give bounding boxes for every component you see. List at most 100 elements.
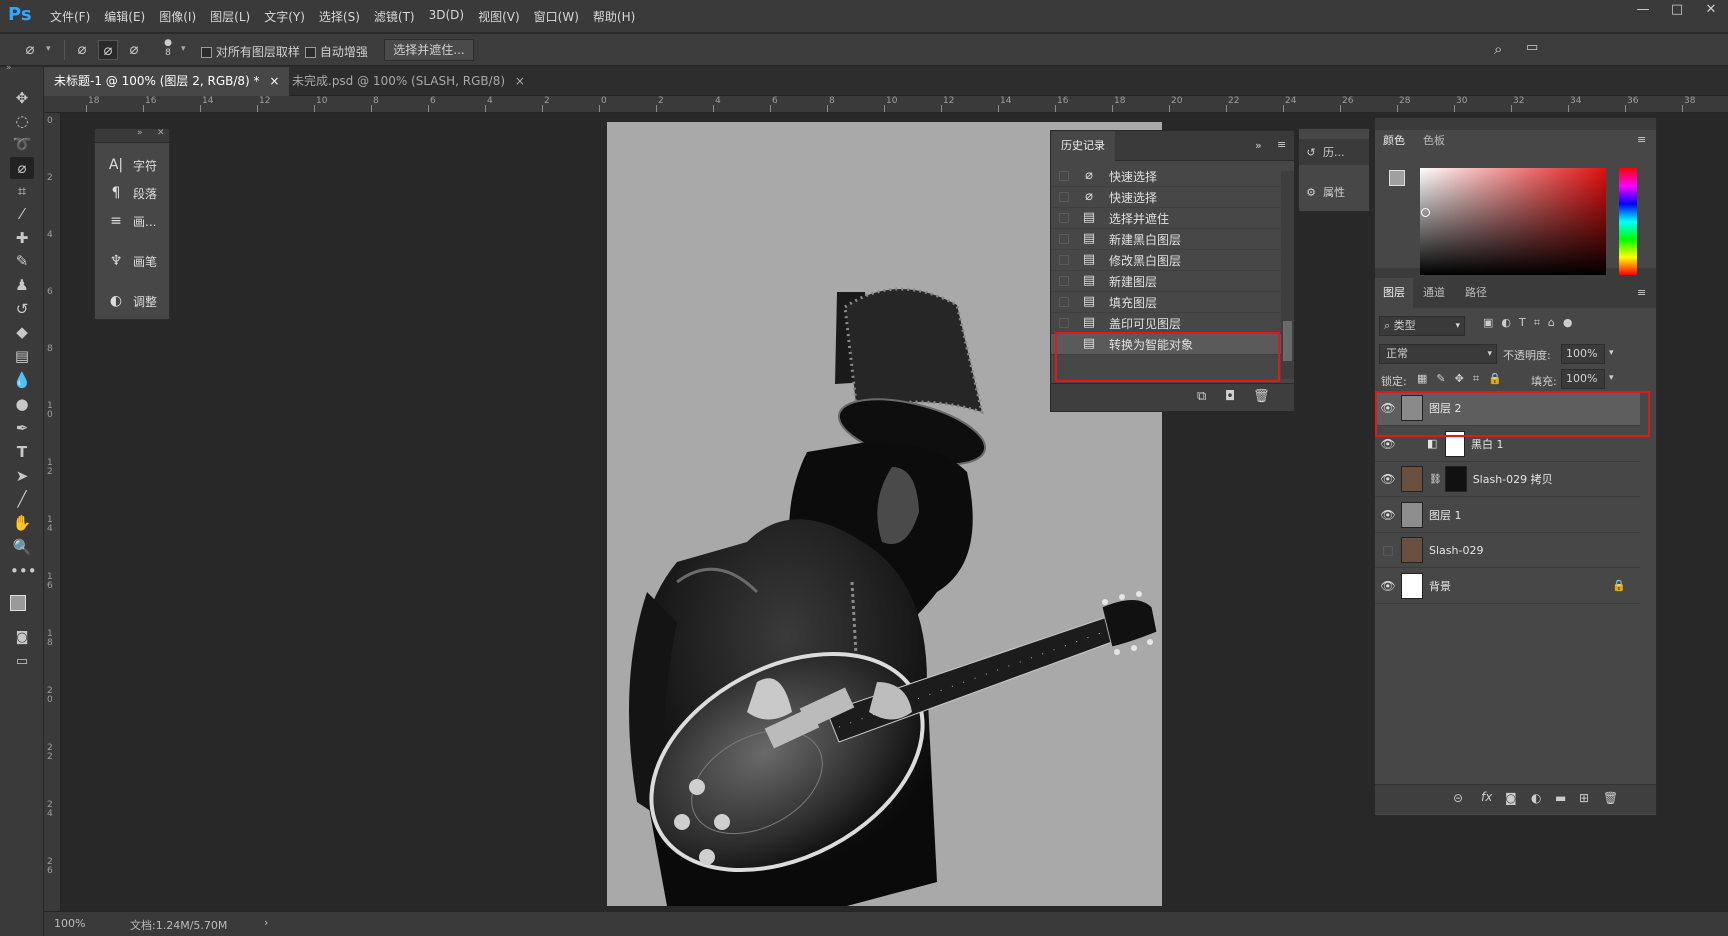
filter-icons[interactable]: ▣◐T⌗⌂● (1483, 316, 1580, 330)
layer-row[interactable]: 👁 背景 🔒 (1375, 569, 1640, 604)
menu-item[interactable]: 选择(S) (319, 8, 360, 25)
menu-item[interactable]: 文字(Y) (264, 8, 305, 25)
adjustments-panel-button[interactable]: ◐ 调整 (105, 289, 157, 313)
marquee-tool-icon[interactable]: ◌ (10, 110, 34, 132)
tab-color[interactable]: 颜色 (1375, 130, 1413, 152)
menu-item[interactable]: 窗口(W) (534, 8, 579, 25)
visibility-eye-icon[interactable]: □ (1375, 543, 1401, 557)
minimize-button[interactable]: — (1626, 0, 1660, 22)
visibility-eye-icon[interactable]: 👁 (1375, 579, 1401, 593)
menu-item[interactable]: 文件(F) (50, 8, 90, 25)
close-window-button[interactable]: ✕ (1694, 0, 1728, 22)
foreground-color[interactable] (1389, 170, 1405, 186)
trash-icon[interactable]: 🗑 (1603, 791, 1618, 805)
mask-icon[interactable]: ◙ (1505, 791, 1517, 805)
dodge-tool-icon[interactable]: ● (10, 393, 34, 415)
close-icon[interactable]: × (269, 74, 279, 88)
color-field[interactable] (1420, 168, 1606, 275)
fx-icon[interactable]: fx (1481, 790, 1492, 804)
history-checkbox[interactable] (1059, 192, 1069, 202)
history-item[interactable]: ▤ 填充图层 (1051, 292, 1281, 313)
hue-slider[interactable] (1619, 168, 1637, 275)
history-scrollbar[interactable] (1281, 171, 1294, 379)
tab-paths[interactable]: 路径 (1457, 278, 1495, 308)
sample-all-layers-option[interactable]: 对所有图层取样 (201, 43, 300, 60)
tab-untitled-1[interactable]: 未标题-1 @ 100% (图层 2, RGB/8) * × (44, 67, 290, 96)
move-tool-icon[interactable]: ✥ (10, 87, 34, 109)
chevron-down-icon[interactable]: ▾ (1609, 373, 1614, 383)
history-checkbox[interactable] (1059, 276, 1069, 286)
subtract-selection-icon[interactable]: ⌀ (124, 40, 144, 60)
auto-enhance-option[interactable]: 自动增强 (305, 43, 368, 60)
zoom-level[interactable]: 100% (54, 917, 85, 930)
close-icon[interactable]: × (515, 74, 525, 88)
workspace-icon[interactable]: ▭ (1526, 40, 1538, 55)
close-icon[interactable]: ✕ (157, 128, 165, 138)
history-dock-button[interactable]: ↺ 历... (1299, 139, 1369, 165)
history-item[interactable]: ▤ 选择并遮住 (1051, 208, 1281, 229)
visibility-eye-icon[interactable]: 👁 (1375, 508, 1401, 522)
menu-item[interactable]: 图层(L) (210, 8, 250, 25)
color-picker-cursor[interactable] (1421, 208, 1430, 217)
history-brush-tool-icon[interactable]: ↺ (10, 298, 34, 320)
expand-icon[interactable]: » (137, 128, 143, 138)
brushes-panel-button[interactable]: ♆ 画笔 (105, 249, 157, 273)
menu-item[interactable]: 视图(V) (478, 8, 520, 25)
zoom-tool-icon[interactable]: 🔍 (10, 536, 34, 558)
menu-item[interactable]: 滤镜(T) (374, 8, 415, 25)
crop-tool-icon[interactable]: ⌗ (10, 180, 34, 202)
history-item[interactable]: ▤ 新建黑白图层 (1051, 229, 1281, 250)
layer-filter-select[interactable]: ⌕ 类型 ▾ (1379, 316, 1465, 336)
eyedropper-tool-icon[interactable]: ⁄ (10, 203, 34, 225)
new-document-from-state-icon[interactable]: ⧉ (1197, 389, 1206, 404)
lasso-tool-icon[interactable]: ➰ (10, 133, 34, 155)
quick-selection-tool-icon[interactable]: ⌀ (10, 157, 34, 179)
menu-item[interactable]: 编辑(E) (104, 8, 145, 25)
collapse-icon[interactable]: » (1255, 139, 1262, 152)
path-selection-tool-icon[interactable]: ➤ (10, 465, 34, 487)
blur-tool-icon[interactable]: 💧 (10, 369, 34, 391)
panel-menu-icon[interactable]: ≡ (1637, 133, 1646, 146)
eraser-tool-icon[interactable]: ◆ (10, 321, 34, 343)
character-panel-button[interactable]: A| 字符 (105, 153, 157, 177)
line-tool-icon[interactable]: ╱ (10, 488, 34, 510)
menu-item[interactable]: 3D(D) (429, 8, 464, 25)
chevron-down-icon[interactable]: ▾ (1609, 348, 1614, 358)
tab-channels[interactable]: 通道 (1415, 278, 1453, 308)
paragraph-panel-button[interactable]: ¶ 段落 (105, 181, 157, 205)
tab-swatches[interactable]: 色板 (1415, 130, 1453, 152)
blend-mode-select[interactable]: 正常 ▾ (1379, 344, 1497, 364)
history-item[interactable]: ▤ 盖印可见图层 (1051, 313, 1281, 334)
hand-tool-icon[interactable]: ✋ (10, 512, 34, 534)
menu-item[interactable]: 图像(I) (159, 8, 196, 25)
visibility-eye-icon[interactable]: 👁 (1375, 437, 1401, 451)
search-icon[interactable]: ⌕ (1494, 40, 1502, 58)
gradient-tool-icon[interactable]: ▤ (10, 345, 34, 367)
maximize-button[interactable]: □ (1660, 0, 1694, 22)
history-checkbox[interactable] (1059, 318, 1069, 328)
auto-enhance-checkbox[interactable] (305, 47, 316, 58)
camera-icon[interactable]: ◘ (1225, 389, 1235, 404)
history-checkbox[interactable] (1059, 297, 1069, 307)
history-item[interactable]: ▤ 修改黑白图层 (1051, 250, 1281, 271)
layer-row[interactable]: □ Slash-029 (1375, 533, 1640, 568)
scroll-thumb[interactable] (1283, 321, 1292, 361)
healing-tool-icon[interactable]: ✚ (10, 227, 34, 249)
new-selection-icon[interactable]: ⌀ (72, 40, 92, 60)
foreground-color-swatch[interactable] (10, 595, 26, 611)
chevron-right-icon[interactable]: › (264, 916, 268, 929)
select-and-mask-button[interactable]: 选择并遮住... (384, 39, 474, 61)
visibility-eye-icon[interactable]: 👁 (1375, 472, 1401, 486)
expand-icon[interactable]: » (6, 63, 12, 73)
tab-unfinished-psd[interactable]: 未完成.psd @ 100% (SLASH, RGB/8) × (282, 67, 535, 96)
fill-input[interactable]: 100% (1561, 369, 1605, 389)
type-tool-icon[interactable]: T (10, 441, 34, 463)
link-icon[interactable]: ⊝ (1453, 791, 1463, 805)
new-layer-icon[interactable]: ⊞ (1579, 791, 1589, 805)
history-checkbox[interactable] (1059, 255, 1069, 265)
properties-dock-button[interactable]: ⚙ 属性 (1299, 179, 1369, 205)
brush-size-picker[interactable]: ● 8 (158, 38, 178, 62)
add-selection-icon[interactable]: ⌀ (98, 40, 118, 60)
quick-mask-icon[interactable]: ◙ (10, 627, 34, 649)
trash-icon[interactable]: 🗑 (1253, 389, 1270, 404)
